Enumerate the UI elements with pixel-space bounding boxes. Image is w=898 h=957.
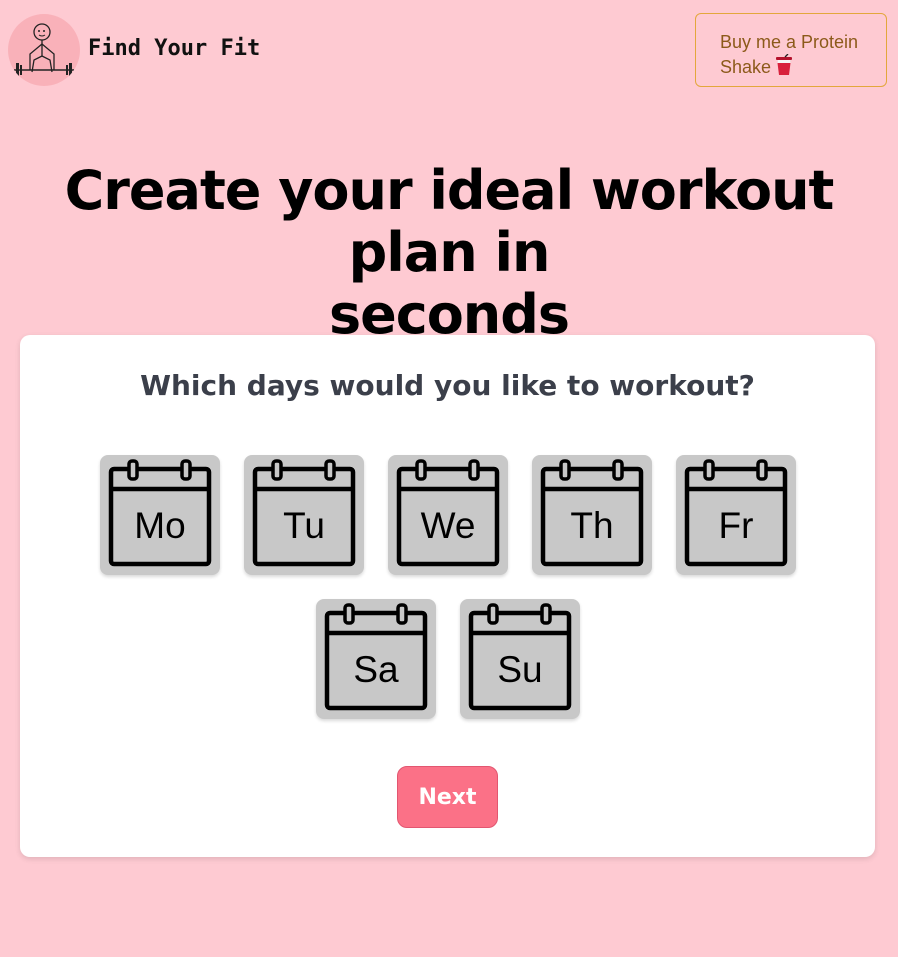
day-button-mo[interactable]: Mo <box>100 455 220 575</box>
day-label: Sa <box>353 649 399 690</box>
weightlifter-stick-figure-icon <box>14 23 74 77</box>
day-label: Tu <box>283 505 325 546</box>
day-label: Fr <box>718 505 754 546</box>
shake-button-line2: Shake <box>720 57 772 77</box>
day-label: Mo <box>134 505 186 546</box>
buy-protein-shake-button[interactable]: Buy me a Protein Shake <box>695 13 887 87</box>
shake-button-line1: Buy me a Protein <box>720 32 859 52</box>
day-button-tu[interactable]: Tu <box>244 455 364 575</box>
day-label: Th <box>570 505 614 546</box>
headline-line1: Create your ideal workout plan in <box>64 159 835 284</box>
header: Find Your Fit Buy me a Protein Shake <box>0 0 898 100</box>
day-button-sa[interactable]: Sa <box>316 599 436 719</box>
brand-title: Find Your Fit <box>88 36 261 61</box>
day-button-fr[interactable]: Fr <box>676 455 796 575</box>
day-button-th[interactable]: Th <box>532 455 652 575</box>
day-label: We <box>420 505 476 546</box>
day-selection-card: Which days would you like to workout? Mo… <box>20 335 875 857</box>
day-button-su[interactable]: Su <box>460 599 580 719</box>
weightlifter-logo-icon[interactable] <box>8 14 80 86</box>
page-headline: Create your ideal workout plan in second… <box>0 160 898 346</box>
next-button[interactable]: Next <box>397 766 498 828</box>
cup-icon <box>775 53 793 82</box>
question-text: Which days would you like to workout? <box>140 369 755 402</box>
day-label: Su <box>497 649 543 690</box>
day-button-we[interactable]: We <box>388 455 508 575</box>
